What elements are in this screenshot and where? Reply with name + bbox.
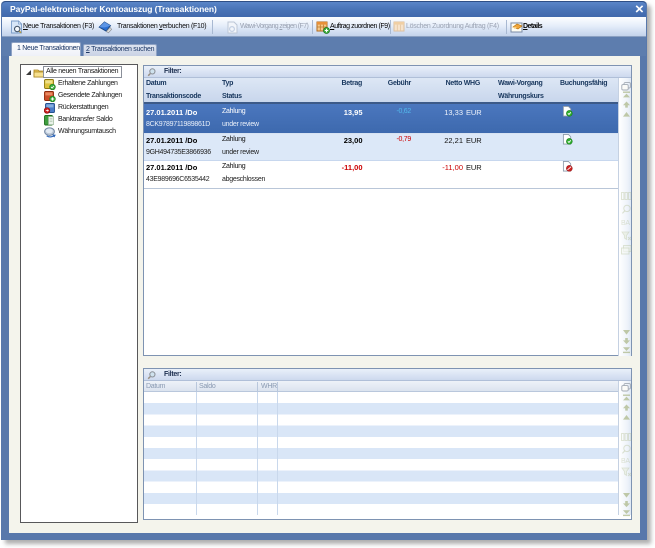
svg-text:BA: BA — [621, 458, 630, 465]
svg-text:BA: BA — [621, 220, 630, 227]
